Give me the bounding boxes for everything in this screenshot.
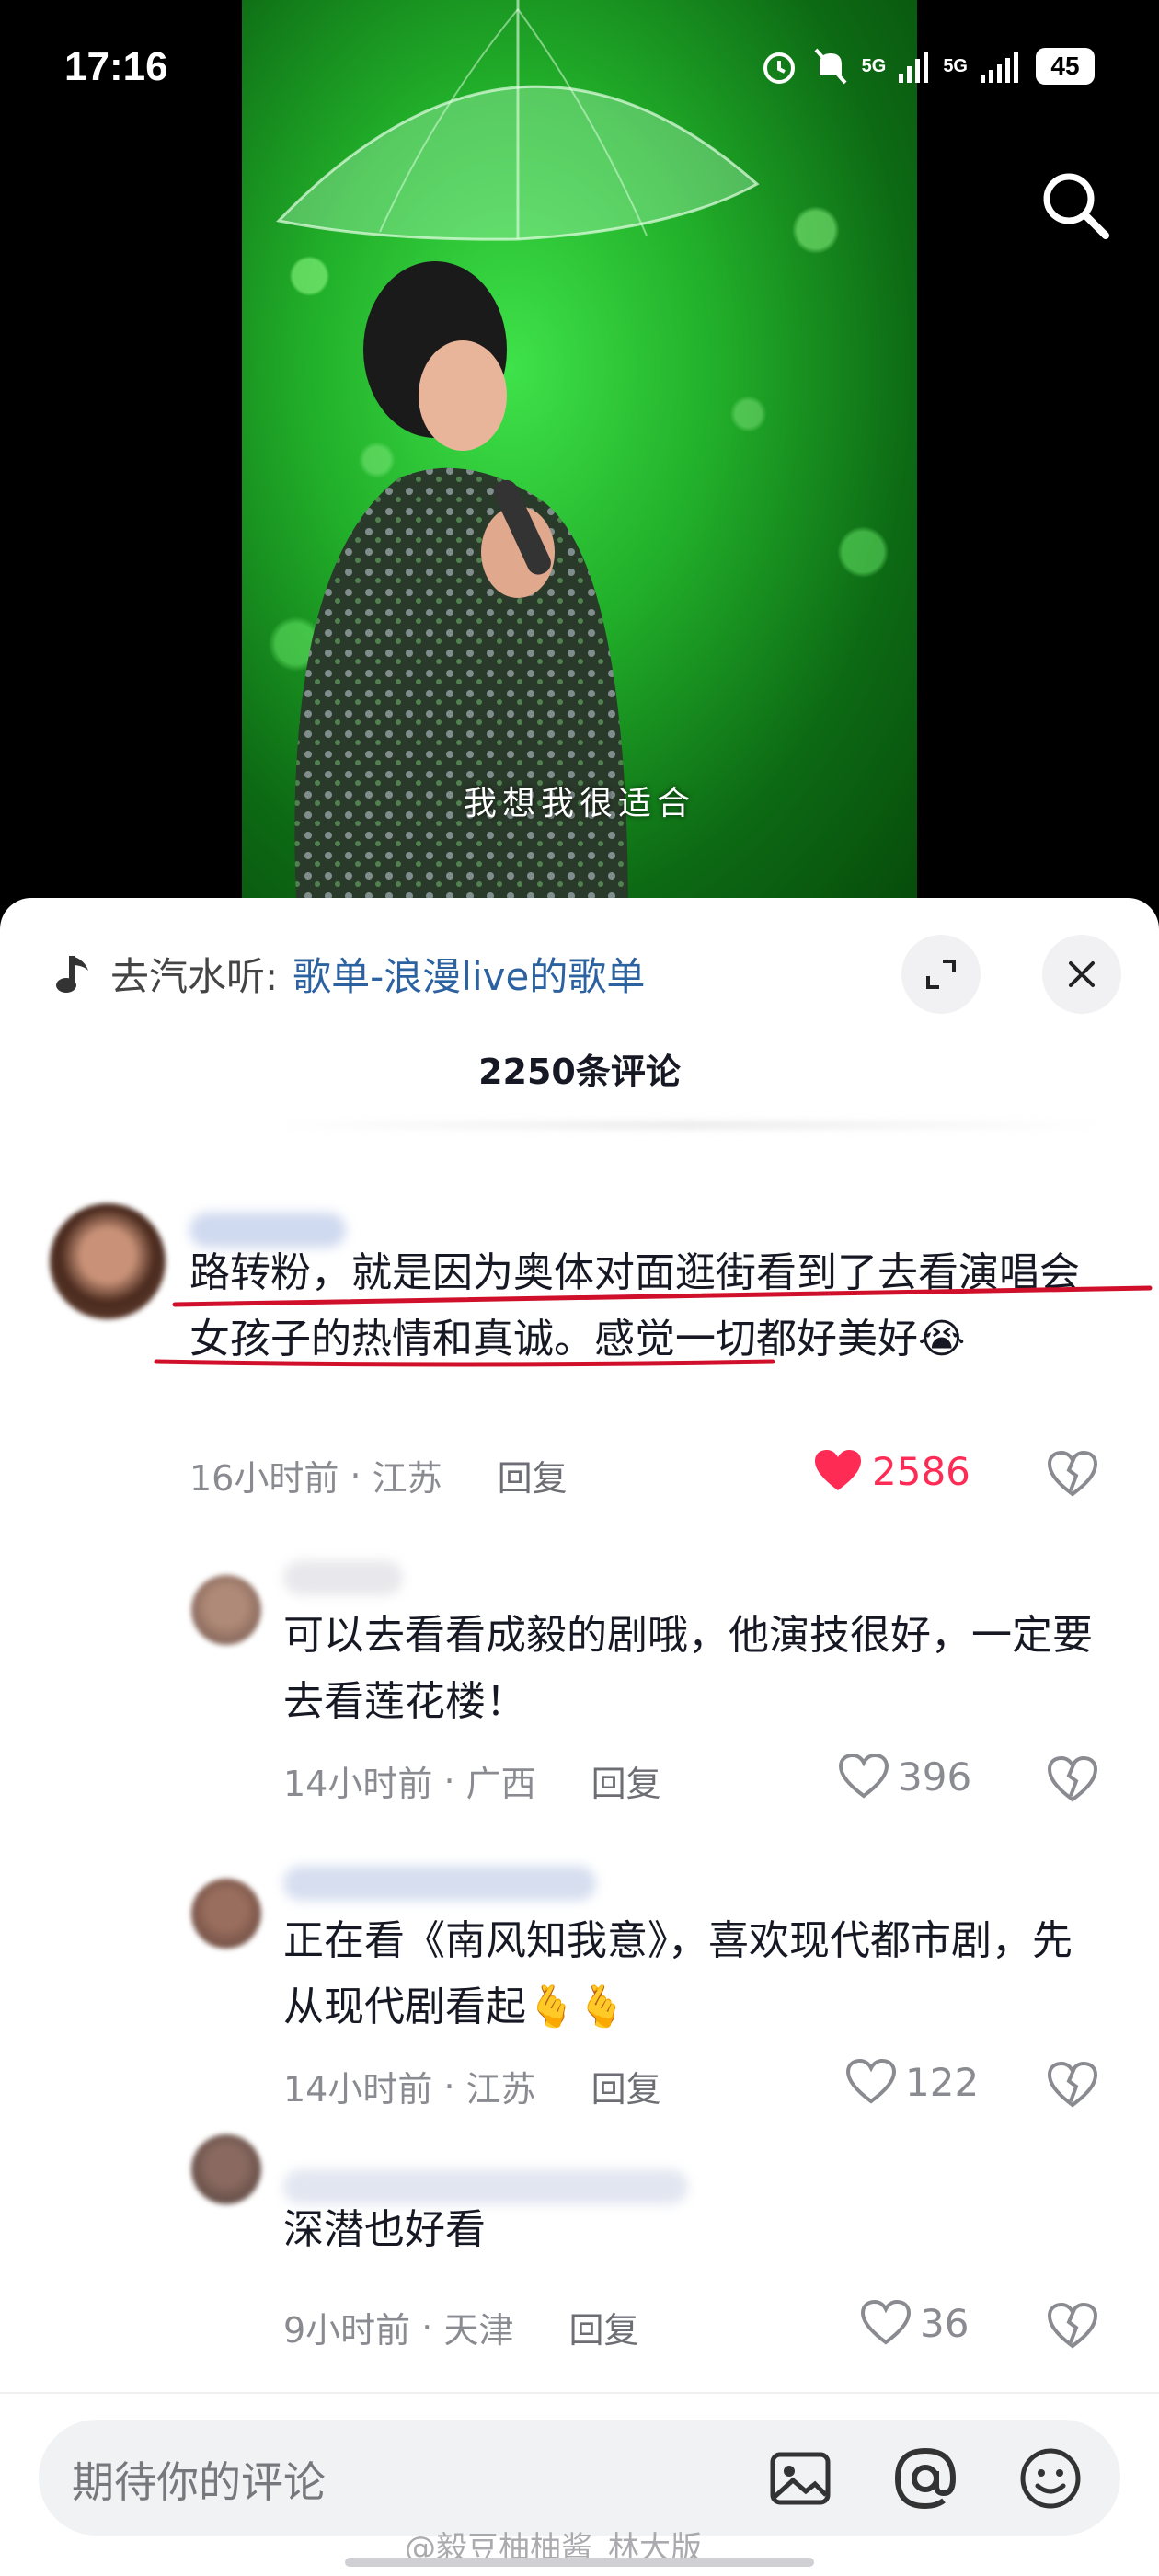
avatar[interactable] <box>191 1575 261 1645</box>
meta-separator: · <box>432 1760 466 1801</box>
dislike-heart-icon[interactable] <box>1047 2061 1098 2109</box>
like-count: 396 <box>898 1754 972 1800</box>
comment-text: 正在看《南风知我意》，喜欢现代都市剧，先从现代剧看起🫰🫰 <box>283 1917 1073 2030</box>
meta-separator: · <box>410 2306 444 2348</box>
like-count: 2586 <box>872 1448 970 1494</box>
avatar[interactable] <box>191 1879 261 1949</box>
like-button[interactable]: 2586 <box>813 1448 970 1494</box>
comment-location: 天津 <box>443 2310 514 2351</box>
close-icon <box>1069 961 1095 987</box>
comment-meta: 14小时前 · 广西 回复 <box>283 1755 661 1806</box>
reply-button[interactable]: 回复 <box>591 1755 661 1806</box>
heart-icon <box>846 2059 896 2104</box>
alarm-icon <box>763 52 795 84</box>
comment-location: 江苏 <box>372 1458 442 1499</box>
comment-input-placeholder: 期待你的评论 <box>72 2457 326 2507</box>
playlist-link[interactable]: 歌单-浪漫live的歌单 <box>293 946 645 1002</box>
reply-button[interactable]: 回复 <box>568 2302 638 2352</box>
comment-location: 江苏 <box>465 2069 536 2110</box>
status-icons: 5G 5G 45 <box>759 46 1095 86</box>
comment-time: 14小时前 <box>283 1764 433 1804</box>
dislike-heart-icon[interactable] <box>1047 1755 1098 1803</box>
video-player[interactable]: 17:16 5G 5G 45 我想我很适合 <box>0 0 1159 920</box>
reply-button[interactable]: 回复 <box>498 1450 568 1501</box>
comment-time: 16小时前 <box>189 1458 339 1499</box>
video-subtitle: 我想我很适合 <box>463 785 695 822</box>
comment-meta: 14小时前 · 江苏 回复 <box>283 2061 661 2111</box>
signal-icon-2 <box>981 52 1018 83</box>
comment-meta: 16小时前 · 江苏 回复 <box>189 1450 568 1501</box>
mute-icon <box>814 48 847 85</box>
avatar[interactable] <box>50 1203 166 1319</box>
dislike-heart-icon[interactable] <box>1047 2302 1098 2350</box>
dislike-heart-icon[interactable] <box>1047 1450 1098 1498</box>
music-link-bar[interactable]: 去汽水听: 歌单-浪漫live的歌单 <box>55 946 645 1002</box>
emoji-icon[interactable] <box>1016 2444 1085 2513</box>
comment-location: 广西 <box>465 1764 536 1804</box>
meta-separator: · <box>432 2065 466 2107</box>
at-icon[interactable] <box>890 2444 960 2513</box>
reply-button[interactable]: 回复 <box>591 2061 661 2111</box>
battery-indicator: 45 <box>1036 48 1095 85</box>
meta-separator: · <box>339 1455 373 1496</box>
like-count: 122 <box>905 2059 980 2105</box>
like-button[interactable]: 396 <box>839 1754 971 1800</box>
heart-icon <box>861 2300 911 2345</box>
status-time: 17:16 <box>64 44 168 89</box>
comment-time: 14小时前 <box>283 2069 433 2110</box>
comment-text: 路转粉，就是因为奥体对面逛街看到了去看演唱会女孩子的热情和真诚。感觉一切都好美好… <box>189 1249 1080 1363</box>
username-blurred[interactable] <box>283 1866 596 1901</box>
expand-icon <box>926 960 956 989</box>
comment-sheet: 去汽水听: 歌单-浪漫live的歌单 2250条评论 路转粉，就是因为奥体对面逛… <box>0 898 1159 2576</box>
network-label-2: 5G <box>943 55 968 76</box>
signal-icon <box>899 52 929 83</box>
comment-meta: 9小时前 · 天津 回复 <box>283 2302 638 2352</box>
network-label-1: 5G <box>861 55 887 76</box>
close-button[interactable] <box>1042 935 1121 1014</box>
like-button[interactable]: 36 <box>861 2300 969 2346</box>
avatar[interactable] <box>191 2134 261 2204</box>
heart-icon <box>839 1754 889 1799</box>
like-count: 36 <box>920 2300 970 2346</box>
search-icon[interactable] <box>1036 166 1113 243</box>
input-divider <box>0 2392 1159 2394</box>
comment-time: 9小时前 <box>283 2310 411 2351</box>
music-prefix: 去汽水听: <box>110 954 279 999</box>
home-indicator[interactable] <box>345 2558 814 2567</box>
username-blurred[interactable] <box>283 1560 403 1595</box>
comment-count: 2250条评论 <box>478 1052 681 1092</box>
heart-icon <box>815 1450 861 1490</box>
comment-input[interactable]: 期待你的评论 <box>39 2420 1120 2536</box>
image-icon[interactable] <box>765 2444 835 2513</box>
comment-text: 深潜也好看 <box>283 2206 486 2253</box>
expand-button[interactable] <box>901 935 981 1014</box>
music-note-icon <box>56 955 88 993</box>
faded-previous-row <box>276 1121 1104 1129</box>
comment-text: 可以去看看成毅的剧哦，他演技很好，一定要去看莲花楼！ <box>283 1612 1093 1725</box>
like-button[interactable]: 122 <box>846 2059 979 2105</box>
